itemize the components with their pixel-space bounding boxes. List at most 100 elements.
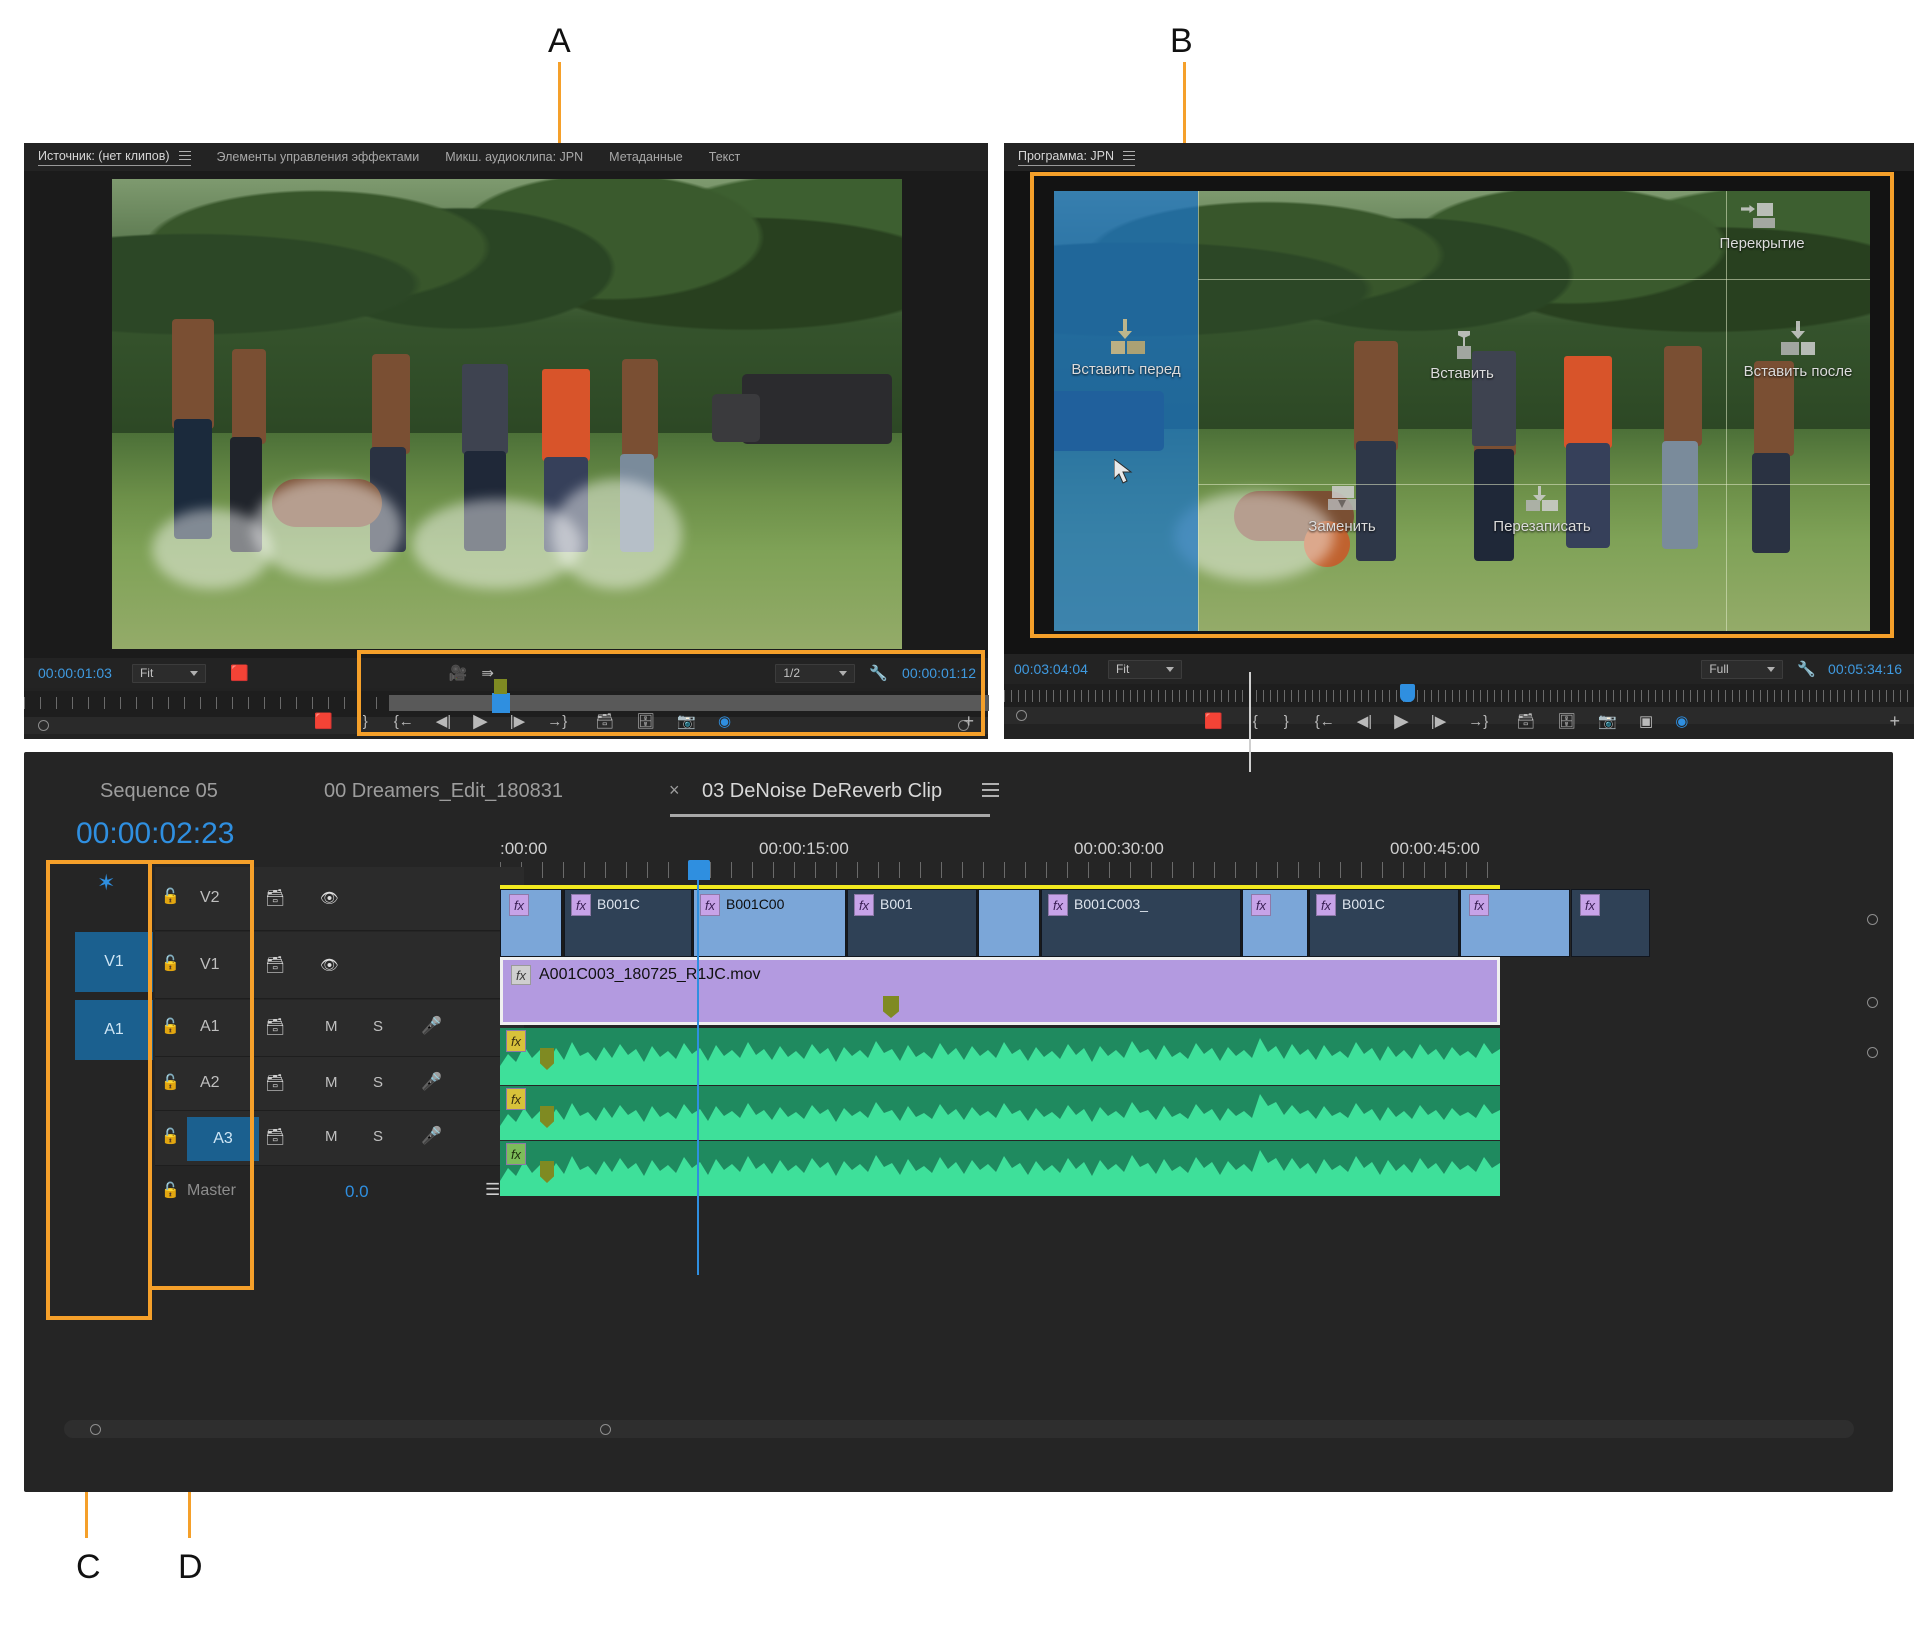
v1-clip[interactable]: fx A001C003_180725_R1JC.mov (503, 960, 1497, 1022)
v2-clip-1[interactable]: fx (500, 889, 562, 957)
v2-track-area[interactable]: fx fx B001C fx B001C00 fx B001 fx B001C0… (500, 889, 1500, 957)
fx-badge-icon[interactable]: fx (506, 1088, 526, 1110)
add-marker-icon[interactable]: 🟥 (314, 712, 333, 730)
fx-badge-icon[interactable]: fx (509, 894, 529, 916)
program-zoom-select[interactable]: Fit (1108, 660, 1182, 679)
fx-badge-icon[interactable]: fx (700, 894, 720, 916)
voice-over-icon[interactable]: 🎤 (421, 1126, 442, 1146)
fx-badge-icon[interactable]: fx (511, 965, 531, 985)
voice-over-icon[interactable]: 🎤 (421, 1072, 442, 1092)
source-zoom-select[interactable]: Fit (132, 664, 206, 683)
voice-over-icon[interactable]: 🎤 (421, 1016, 442, 1036)
step-back-icon[interactable]: ◀| (1357, 712, 1372, 730)
fx-badge-icon[interactable]: fx (506, 1030, 526, 1052)
tab-dreamers-edit[interactable]: 00 Dreamers_Edit_180831 (324, 780, 563, 803)
step-forward-icon[interactable]: |▶ (1431, 712, 1446, 730)
timeline-playhead-timecode[interactable]: 00:00:02:23 (76, 817, 234, 851)
tab-sequence-05-label: Sequence 05 (100, 780, 218, 802)
fx-badge-icon[interactable]: fx (571, 894, 591, 916)
tab-program[interactable]: Программа: JPN (1018, 149, 1135, 166)
go-to-out-icon[interactable]: →} (1468, 713, 1488, 730)
extract-icon[interactable]: 🗄 (1557, 712, 1576, 730)
panel-menu-icon[interactable] (1123, 151, 1135, 161)
solo-button-a2[interactable]: S (373, 1074, 383, 1091)
play-icon[interactable]: ▶ (1394, 710, 1409, 733)
fx-badge-icon[interactable]: fx (854, 894, 874, 916)
tab-audio-clip-mixer[interactable]: Микш. аудиоклипа: JPN (445, 150, 583, 164)
a1-clip[interactable]: fx (500, 1028, 1500, 1085)
a1-track-handle[interactable] (1867, 1047, 1878, 1058)
a3-clip[interactable]: fx (500, 1141, 1500, 1196)
panel-menu-icon[interactable] (179, 151, 191, 161)
v2-clip-7[interactable]: fx (1242, 889, 1308, 957)
v2-clip-6[interactable]: fx B001C003_ (1041, 889, 1241, 957)
sync-lock-icon[interactable]: 🗃 (265, 1127, 285, 1147)
tab-close-icon[interactable]: × (669, 780, 680, 801)
marker-icon[interactable]: 🟥 (230, 664, 249, 682)
sync-lock-icon[interactable]: 🗃 (265, 1073, 285, 1093)
button-editor-icon[interactable]: ◉ (1675, 712, 1688, 730)
mark-in-icon[interactable]: { (1253, 713, 1258, 730)
fx-badge-icon[interactable]: fx (1580, 894, 1600, 916)
export-frame-icon[interactable]: 📷 (1598, 712, 1617, 730)
a2-clip[interactable]: fx (500, 1086, 1500, 1140)
tab-sequence-05[interactable]: Sequence 05 (100, 780, 218, 803)
solo-button-a1[interactable]: S (373, 1018, 383, 1035)
mute-button-a1[interactable]: M (325, 1018, 338, 1035)
meter-icon[interactable]: ☰ (485, 1180, 500, 1200)
master-level-value[interactable]: 0.0 (345, 1182, 369, 1202)
fx-badge-icon[interactable]: fx (1469, 894, 1489, 916)
program-duration-timecode[interactable]: 00:05:34:16 (1828, 661, 1902, 677)
ruler-label-1: 00:00:15:00 (759, 839, 849, 859)
sync-lock-icon[interactable]: 🗃 (265, 888, 285, 908)
v2-clip-10[interactable]: fx (1571, 889, 1650, 957)
program-current-timecode[interactable]: 00:03:04:04 (1014, 661, 1088, 677)
fx-badge-icon[interactable]: fx (1316, 894, 1336, 916)
source-current-timecode[interactable]: 00:00:01:03 (38, 665, 112, 681)
sync-lock-icon[interactable]: 🗃 (265, 955, 285, 975)
program-playhead-marker[interactable] (1400, 684, 1415, 702)
timeline-ruler-area[interactable] (500, 862, 1500, 878)
comparison-view-icon[interactable]: ▣ (1639, 712, 1653, 730)
v2-track-handle[interactable] (1867, 914, 1878, 925)
fx-badge-icon[interactable]: fx (1251, 894, 1271, 916)
v2-clip-9[interactable]: fx (1460, 889, 1570, 957)
source-monitor-video[interactable] (24, 171, 988, 658)
add-marker-icon[interactable]: 🟥 (1204, 712, 1223, 730)
fx-badge-icon[interactable]: fx (1048, 894, 1068, 916)
timeline-panel-menu-icon[interactable] (982, 780, 999, 803)
tab-dreamers-edit-label: 00 Dreamers_Edit_180831 (324, 780, 563, 802)
v1-clip-label: A001C003_180725_R1JC.mov (539, 966, 760, 984)
v2-clip-4[interactable]: fx B001 (847, 889, 977, 957)
mark-out-icon[interactable]: } (1284, 713, 1289, 730)
v2-clip-5[interactable] (978, 889, 1040, 957)
wrench-settings-icon[interactable]: 🔧 (1797, 660, 1816, 678)
clip-marker-icon[interactable] (883, 996, 899, 1018)
mute-button-a2[interactable]: M (325, 1074, 338, 1091)
v2-clip-8[interactable]: fx B001C (1309, 889, 1459, 957)
tab-metadata[interactable]: Метаданные (609, 150, 683, 164)
timeline-scrollbar-handle-right[interactable] (600, 1424, 611, 1435)
solo-button-a3[interactable]: S (373, 1128, 383, 1145)
eye-icon[interactable]: 👁 (320, 889, 339, 907)
timeline-scrollbar-handle-left[interactable] (90, 1424, 101, 1435)
sync-lock-icon[interactable]: 🗃 (265, 1017, 285, 1037)
v2-clip-2[interactable]: fx B001C (564, 889, 692, 957)
go-to-in-icon[interactable]: {← (1315, 713, 1335, 730)
tab-effect-controls[interactable]: Элементы управления эффектами (217, 150, 420, 164)
tab-text[interactable]: Текст (709, 150, 740, 164)
timeline-scrollbar[interactable] (64, 1420, 1854, 1438)
v1-track-handle[interactable] (1867, 997, 1878, 1008)
eye-icon[interactable]: 👁 (320, 956, 339, 974)
timeline-playhead-handle[interactable] (688, 860, 710, 880)
mute-button-a3[interactable]: M (325, 1128, 338, 1145)
v2-clip-3[interactable]: fx B001C00 (693, 889, 846, 957)
add-button-icon[interactable]: + (1889, 711, 1900, 732)
tab-denoise-dereverb-clip[interactable]: 03 DeNoise DeReverb Clip (702, 780, 942, 803)
program-resolution-select[interactable]: Full (1701, 660, 1783, 679)
tab-source[interactable]: Источник: (нет клипов) (38, 149, 191, 166)
v2-clip-2-label: B001C (597, 896, 640, 912)
v1-track-area[interactable]: fx A001C003_180725_R1JC.mov (500, 957, 1500, 1025)
lift-icon[interactable]: 🗃 (1516, 712, 1535, 730)
fx-badge-icon[interactable]: fx (506, 1143, 526, 1165)
